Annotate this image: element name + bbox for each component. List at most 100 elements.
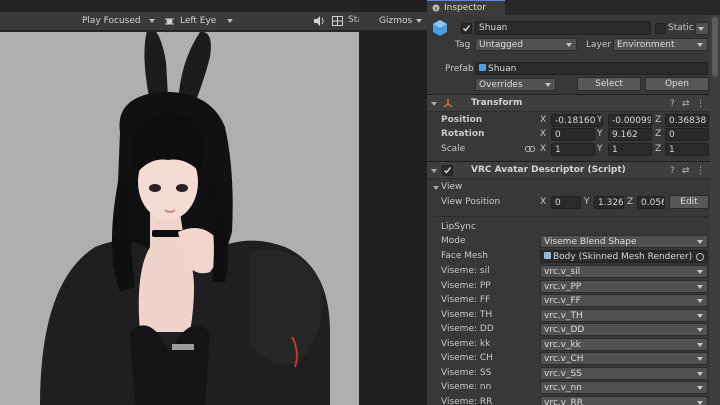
transform-header[interactable]: Transform ? ⇄ ⋮ bbox=[427, 94, 710, 112]
viseme-dropdown[interactable]: vrc.v_FF bbox=[540, 294, 708, 307]
help-icon[interactable]: ? bbox=[670, 99, 675, 109]
scrollbar-thumb[interactable] bbox=[712, 17, 718, 77]
face-mesh-field[interactable]: Body (Skinned Mesh Renderer) bbox=[540, 250, 708, 263]
tab-inspector[interactable]: Inspector bbox=[427, 0, 505, 15]
avatar-descriptor-header[interactable]: VRC Avatar Descriptor (Script) ? ⇄ ⋮ bbox=[427, 161, 710, 179]
scale-x-input[interactable]: 1 bbox=[551, 143, 595, 156]
viseme-value: vrc.v_FF bbox=[544, 296, 581, 306]
link-icon[interactable] bbox=[525, 145, 535, 153]
inspector-scrollbar[interactable] bbox=[710, 15, 720, 405]
viseme-label: Viseme: SS bbox=[441, 367, 492, 378]
viseme-label: Viseme: DD bbox=[441, 324, 494, 334]
view-position-label: View Position bbox=[441, 197, 501, 207]
play-mode-dropdown[interactable]: Play Focused bbox=[78, 14, 158, 29]
chevron-down-icon bbox=[697, 313, 703, 318]
position-y-input[interactable]: -0.00099 bbox=[608, 114, 652, 127]
prefab-field[interactable]: Shuan bbox=[475, 62, 708, 75]
viseme-dropdown[interactable]: vrc.v_CH bbox=[540, 352, 708, 365]
chevron-down-icon bbox=[697, 43, 703, 47]
viseme-value: vrc.v_RR bbox=[544, 397, 583, 405]
mode-value: Viseme Blend Shape bbox=[544, 237, 637, 247]
viseme-dropdown[interactable]: vrc.v_RR bbox=[540, 395, 708, 405]
presets-icon[interactable]: ⇄ bbox=[682, 99, 690, 109]
open-button[interactable]: Open bbox=[645, 77, 709, 91]
chevron-down-icon bbox=[697, 299, 703, 303]
rotation-y-label: Y bbox=[597, 129, 603, 139]
speaker-icon[interactable] bbox=[313, 16, 325, 26]
grid-icon[interactable] bbox=[332, 16, 343, 26]
select-button[interactable]: Select bbox=[577, 77, 641, 91]
presets-icon[interactable]: ⇄ bbox=[682, 166, 690, 176]
viseme-dropdown[interactable]: vrc.v_TH bbox=[540, 308, 708, 322]
rotation-x-input[interactable]: 0 bbox=[551, 128, 595, 141]
skinned-mesh-icon bbox=[544, 252, 551, 259]
scale-y-input[interactable]: 1 bbox=[608, 143, 652, 156]
chevron-down-icon bbox=[697, 342, 703, 347]
kebab-menu-icon[interactable]: ⋮ bbox=[696, 166, 705, 176]
rotation-y-input[interactable]: 9.162 bbox=[608, 128, 652, 141]
position-y-label: Y bbox=[597, 115, 603, 125]
viseme-dropdown[interactable]: vrc.v_sil bbox=[540, 265, 708, 278]
chevron-down-icon bbox=[545, 83, 551, 87]
viseme-label: Viseme: RR bbox=[441, 396, 493, 405]
kebab-menu-icon[interactable]: ⋮ bbox=[696, 99, 705, 109]
checkmark-icon bbox=[444, 167, 452, 174]
chevron-down-icon bbox=[416, 19, 422, 23]
bug-icon bbox=[165, 18, 174, 25]
gizmos-dropdown[interactable]: Gizmos bbox=[379, 14, 425, 29]
lipsync-mode-dropdown[interactable]: Viseme Blend Shape bbox=[540, 235, 708, 248]
face-mesh-value: Body (Skinned Mesh Renderer) bbox=[553, 252, 693, 262]
view-z-input[interactable]: 0.056 bbox=[637, 196, 665, 209]
game-view-tab-strip bbox=[0, 0, 359, 12]
view-x-input[interactable]: 0 bbox=[551, 196, 581, 209]
viseme-dropdown[interactable]: vrc.v_DD bbox=[540, 323, 708, 336]
chevron-down-icon bbox=[697, 284, 703, 289]
tag-value: Untagged bbox=[479, 40, 524, 50]
active-checkbox[interactable] bbox=[461, 23, 472, 34]
foldout-arrow-icon bbox=[431, 102, 437, 106]
rotation-z-input[interactable]: 0 bbox=[665, 128, 709, 141]
position-label: Position bbox=[441, 115, 483, 125]
avatar-descriptor-title: VRC Avatar Descriptor (Script) bbox=[471, 165, 626, 175]
help-icon[interactable]: ? bbox=[670, 166, 675, 176]
chevron-down-icon bbox=[698, 27, 704, 31]
prefab-label: Prefab bbox=[445, 64, 474, 74]
viseme-dropdown[interactable]: vrc.v_nn bbox=[540, 381, 708, 394]
scale-z-label: Z bbox=[655, 144, 662, 154]
info-icon bbox=[432, 4, 440, 12]
chevron-down-icon bbox=[227, 19, 233, 23]
overrides-label: Overrides bbox=[479, 80, 523, 90]
position-z-input[interactable]: 0.36838 bbox=[665, 114, 709, 127]
prefab-value: Shuan bbox=[488, 64, 517, 74]
object-name-input[interactable]: Shuan bbox=[475, 21, 651, 35]
position-x-input[interactable]: -0.18160 bbox=[551, 114, 603, 127]
view-x-label: X bbox=[540, 197, 547, 207]
view-z-label: Z bbox=[627, 197, 634, 207]
scale-z-input[interactable]: 1 bbox=[665, 143, 709, 156]
edit-view-button[interactable]: Edit bbox=[669, 195, 709, 209]
chevron-down-icon bbox=[697, 400, 703, 405]
view-y-input[interactable]: 1.3268 bbox=[594, 196, 624, 209]
tab-inspector-label: Inspector bbox=[444, 3, 486, 13]
chevron-down-icon bbox=[697, 357, 703, 361]
viseme-dropdown[interactable]: vrc.v_kk bbox=[540, 337, 708, 351]
game-viewport[interactable] bbox=[0, 32, 359, 405]
layer-value: Environment bbox=[617, 40, 675, 50]
overrides-dropdown[interactable]: Overrides bbox=[475, 78, 556, 91]
static-checkbox[interactable] bbox=[655, 23, 666, 34]
play-mode-label: Play Focused bbox=[82, 16, 141, 26]
face-mesh-label: Face Mesh bbox=[441, 251, 488, 261]
viseme-value: vrc.v_PP bbox=[544, 281, 582, 292]
layer-dropdown[interactable]: Environment bbox=[613, 38, 708, 51]
inspector-panel: Inspector Shuan Static Tag Untagged Laye… bbox=[427, 0, 720, 405]
view-foldout-icon[interactable] bbox=[433, 186, 439, 190]
viseme-dropdown[interactable]: vrc.v_PP bbox=[540, 279, 708, 293]
object-picker-icon[interactable] bbox=[696, 253, 704, 261]
camera-dropdown[interactable]: Left Eye bbox=[162, 14, 236, 29]
tag-dropdown[interactable]: Untagged bbox=[475, 38, 577, 51]
viseme-dropdown[interactable]: vrc.v_SS bbox=[540, 366, 708, 380]
component-enabled-checkbox[interactable] bbox=[442, 165, 453, 176]
static-dropdown[interactable] bbox=[695, 22, 709, 35]
mode-label: Mode bbox=[441, 236, 466, 246]
avatar-render-image bbox=[40, 32, 330, 405]
